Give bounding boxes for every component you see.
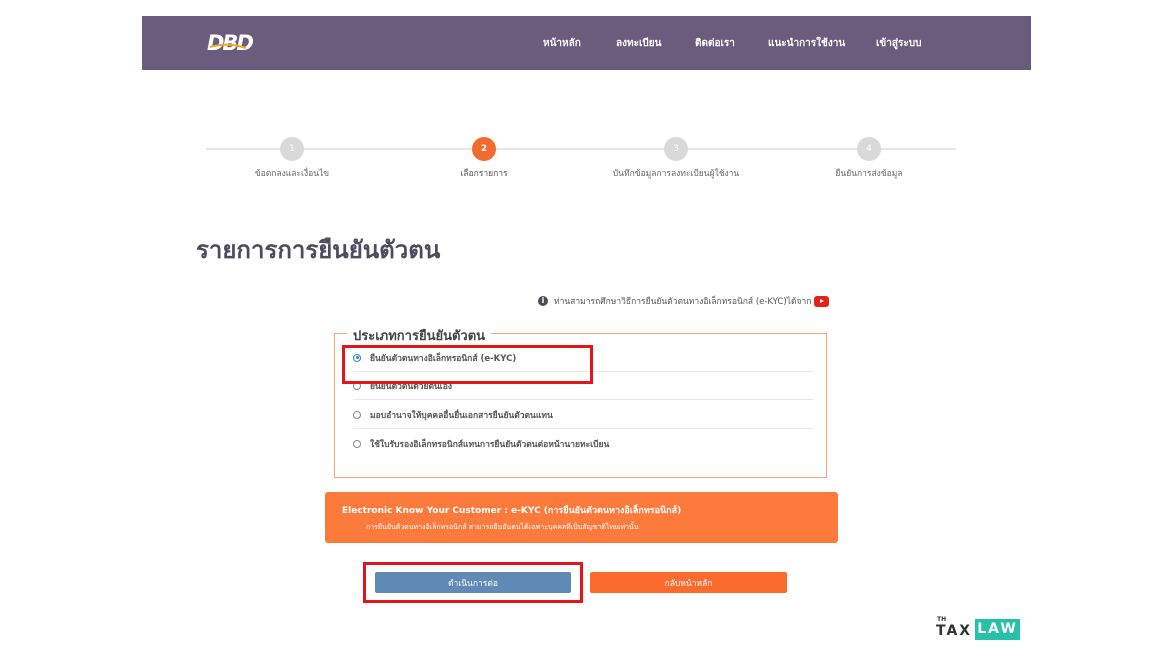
step-4-number: 4: [857, 137, 881, 161]
radio-proxy[interactable]: [353, 410, 361, 419]
step-3: 3 บันทึกข้อมูลการลงทะเบียนผู้ใช้งาน: [596, 137, 756, 180]
radio-ekyc[interactable]: [353, 353, 361, 362]
radio-certificate[interactable]: [353, 440, 361, 448]
logo-text: DBD: [207, 31, 253, 55]
verification-type-group: ประเภทการยืนยันตัวตน ยืนยันตัวตนทางอิเล็…: [334, 325, 827, 478]
step-3-number: 3: [664, 137, 688, 161]
step-1: 1 ข้อตกลงและเงื่อนไข: [212, 137, 372, 180]
step-3-label: บันทึกข้อมูลการลงทะเบียนผู้ใช้งาน: [612, 169, 740, 179]
info-panel-title: Electronic Know Your Customer : e-KYC (ก…: [342, 506, 682, 516]
step-2-number: 2: [472, 137, 496, 161]
step-4-label: ยืนยันการส่งข้อมูล: [835, 169, 903, 179]
nav-login[interactable]: เข้าสู่ระบบ: [876, 36, 921, 51]
top-nav-bar: DBD หน้าหลัก ลงทะเบียน ติดต่อเรา แนะนำกา…: [142, 16, 1031, 70]
taxlaw-watermark-logo: TH TAX LAW: [936, 616, 1020, 642]
ekyc-info-panel: Electronic Know Your Customer : e-KYC (ก…: [325, 492, 838, 543]
nav-home[interactable]: หน้าหลัก: [543, 36, 581, 51]
page-title: รายการการยืนยันตัวตน: [196, 236, 441, 264]
back-home-button[interactable]: กลับหน้าหลัก: [590, 572, 787, 593]
continue-button[interactable]: ดำเนินการต่อ: [375, 572, 571, 593]
watermark-law: LAW: [975, 619, 1020, 640]
nav-register[interactable]: ลงทะเบียน: [616, 36, 661, 51]
option-self-label: ยืนยันตัวตนด้วยตนเอง: [370, 381, 452, 392]
help-text: ท่านสามารถศึกษาวิธีการยืนยันตัวตนทางอิเล…: [554, 297, 812, 307]
youtube-icon[interactable]: [814, 295, 830, 307]
option-certificate-label: ใช้ใบรับรองอิเล็กทรอนิกส์แทนการยืนยันตัว…: [370, 440, 610, 450]
nav-contact[interactable]: ติดต่อเรา: [695, 36, 735, 51]
option-ekyc[interactable]: ยืนยันตัวตนทางอิเล็กทรอนิกส์ (e-KYC): [353, 344, 813, 372]
option-self[interactable]: ยืนยันตัวตนด้วยตนเอง: [353, 372, 813, 400]
step-2: 2 เลือกรายการ: [404, 137, 564, 180]
verification-legend: ประเภทการยืนยันตัวตน: [347, 325, 492, 346]
option-ekyc-label: ยืนยันตัวตนทางอิเล็กทรอนิกส์ (e-KYC): [370, 353, 517, 364]
radio-self[interactable]: [353, 381, 361, 390]
step-2-label: เลือกรายการ: [460, 169, 508, 179]
step-4: 4 ยืนยันการส่งข้อมูล: [789, 137, 949, 180]
option-certificate[interactable]: ใช้ใบรับรองอิเล็กทรอนิกส์แทนการยืนยันตัว…: [353, 430, 813, 458]
info-icon: i: [538, 296, 548, 306]
nav-guide[interactable]: แนะนำการใช้งาน: [768, 36, 845, 51]
option-proxy-label: มอบอำนาจให้บุคคลอื่นยื่นเอกสารยืนยันตัวต…: [370, 410, 553, 421]
info-panel-subtitle: การยืนยันตัวตนทางอิเล็กทรอนิกส์ สามารถยื…: [366, 523, 639, 531]
dbd-logo[interactable]: DBD: [206, 28, 258, 56]
step-1-label: ข้อตกลงและเงื่อนไข: [254, 169, 330, 179]
step-1-number: 1: [280, 137, 304, 161]
help-line: i ท่านสามารถศึกษาวิธีการยืนยันตัวตนทางอิ…: [538, 294, 830, 308]
option-proxy[interactable]: มอบอำนาจให้บุคคลอื่นยื่นเอกสารยืนยันตัวต…: [353, 401, 813, 429]
watermark-tax: TAX: [936, 623, 973, 639]
watermark-th: TH: [937, 616, 947, 623]
